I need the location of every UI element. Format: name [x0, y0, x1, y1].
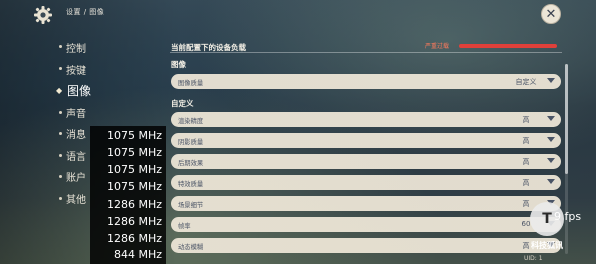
setting-row-post-processing[interactable]: 后期效果 高	[171, 154, 561, 169]
device-load-bar	[459, 44, 557, 48]
nav-dot	[59, 111, 62, 114]
setting-row-effects-quality[interactable]: 特效质量 高	[171, 175, 561, 190]
sidebar-item-sound[interactable]: 声音	[66, 105, 86, 120]
divider	[170, 52, 562, 53]
dropdown-arrow-icon	[547, 158, 555, 163]
nav-dot	[59, 67, 62, 70]
sidebar-item-other[interactable]: 其他	[66, 191, 86, 206]
setting-label: 场景细节	[178, 202, 204, 209]
frequency-readout: 1075 MHz	[106, 180, 162, 193]
sidebar-item-language[interactable]: 语言	[66, 148, 86, 163]
section-title-custom: 自定义	[171, 99, 194, 108]
setting-row-shadow-quality[interactable]: 阴影质量 高	[171, 133, 561, 148]
nav-dot	[59, 45, 62, 48]
setting-label: 后期效果	[178, 160, 204, 167]
watermark-brand: 科技狐讯	[531, 241, 563, 250]
frequency-readout: 1075 MHz	[106, 146, 162, 159]
sidebar-item-controls[interactable]: 控制	[66, 40, 86, 55]
device-load-status: 严重过载	[425, 43, 450, 50]
setting-label: 动态模糊	[178, 244, 204, 251]
frequency-readout: 1075 MHz	[106, 129, 162, 142]
section-title-image: 图像	[171, 60, 186, 69]
close-button[interactable]: ✕	[541, 4, 561, 24]
scrollbar-thumb[interactable]	[565, 64, 568, 174]
sidebar-item-graphics[interactable]: 图像	[67, 82, 91, 99]
setting-label: 渲染精度	[178, 118, 204, 125]
nav-dot	[59, 132, 62, 135]
close-icon: ✕	[545, 6, 557, 22]
setting-value: 高	[522, 179, 530, 187]
setting-label: 特效质量	[178, 181, 204, 188]
active-diamond-icon: ◆	[56, 86, 63, 95]
setting-row-frame-rate[interactable]: 帧率 60	[171, 217, 561, 232]
dropdown-arrow-icon	[547, 179, 555, 184]
watermark-logo-letter: T	[542, 211, 552, 227]
fps-readout: 9 fps	[554, 210, 582, 223]
setting-row-render-resolution[interactable]: 渲染精度 高	[171, 112, 561, 127]
setting-label: 阴影质量	[178, 139, 204, 146]
setting-row-scene-detail[interactable]: 场景细节 高	[171, 196, 561, 211]
setting-value: 高	[522, 158, 530, 166]
setting-row-image-quality[interactable]: 图像质量 自定义	[171, 74, 561, 89]
dropdown-arrow-icon	[547, 116, 555, 121]
sidebar-item-account[interactable]: 账户	[66, 169, 86, 184]
setting-row-motion-blur[interactable]: 动态模糊 高	[171, 238, 561, 253]
frequency-readout: 1286 MHz	[106, 198, 162, 211]
setting-value: 自定义	[515, 78, 537, 86]
frequency-readout: 1286 MHz	[106, 215, 162, 228]
nav-dot	[59, 175, 62, 178]
frequency-readout: 1075 MHz	[106, 163, 162, 176]
dropdown-arrow-icon	[547, 78, 555, 83]
sidebar-item-messages[interactable]: 消息	[66, 126, 86, 141]
setting-label: 图像质量	[178, 80, 204, 87]
nav-dot	[59, 154, 62, 157]
setting-label: 帧率	[178, 223, 191, 230]
dropdown-arrow-icon	[547, 137, 555, 142]
gpu-frequency-overlay: 1075 MHz 1075 MHz 1075 MHz 1075 MHz 1286…	[90, 126, 166, 264]
nav-dot	[59, 197, 62, 200]
frequency-readout: 1286 MHz	[106, 232, 162, 245]
sidebar-item-keys[interactable]: 按键	[66, 62, 86, 77]
setting-value: 高	[522, 137, 530, 145]
uid-label: UID: 1	[524, 255, 543, 262]
setting-value: 高	[522, 116, 530, 124]
settings-gear-icon	[33, 5, 53, 25]
frequency-readout: 844 MHz	[113, 248, 162, 261]
breadcrumb: 设置 / 图像	[66, 8, 105, 16]
